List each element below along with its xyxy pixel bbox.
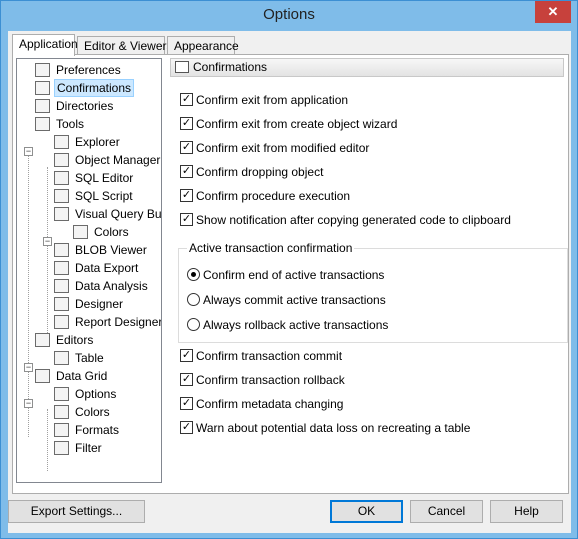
cancel-button[interactable]: Cancel — [410, 500, 483, 523]
export-settings-button[interactable]: Export Settings... — [8, 500, 145, 523]
checkbox-confirm-exit-editor[interactable]: ✓ Confirm exit from modified editor — [180, 140, 369, 158]
radio-unselected[interactable] — [187, 293, 200, 307]
checkbox-checked[interactable]: ✓ — [180, 141, 193, 155]
colors-icon — [54, 404, 69, 419]
data-analysis-icon — [54, 278, 69, 293]
close-button[interactable]: ✕ — [535, 1, 571, 23]
tree-line — [47, 409, 48, 471]
radio-confirm-end[interactable]: Confirm end of active transactions — [187, 267, 384, 285]
tree-item-vqb-colors[interactable]: Colors — [73, 223, 131, 241]
options-window: Options ✕ Application Editor & Viewers A… — [0, 0, 578, 539]
folder-icon — [35, 98, 50, 113]
tree-item-data-grid[interactable]: Data Grid — [35, 367, 109, 385]
visual-query-icon — [54, 206, 69, 221]
tree-item-report-designer[interactable]: Report Designer — [54, 313, 161, 331]
data-export-icon — [54, 260, 69, 275]
checkbox-checked[interactable]: ✓ — [180, 165, 193, 179]
options-tree[interactable]: − − − − Preferences Confirmations Direct… — [16, 58, 162, 483]
checkbox-confirm-rollback[interactable]: ✓ Confirm transaction rollback — [180, 372, 345, 390]
editors-expander[interactable]: − — [24, 363, 33, 372]
ok-button[interactable]: OK — [330, 500, 403, 523]
checkbox-checked[interactable]: ✓ — [180, 397, 193, 411]
checkbox-show-notification[interactable]: ✓ Show notification after copying generat… — [180, 212, 511, 230]
data-grid-icon — [35, 368, 50, 383]
checkbox-checked[interactable]: ✓ — [180, 349, 193, 363]
tree-item-grid-colors[interactable]: Colors — [54, 403, 112, 421]
tree-item-table[interactable]: Table — [54, 349, 106, 367]
blob-viewer-icon — [54, 242, 69, 257]
checkbox-confirm-dropping[interactable]: ✓ Confirm dropping object — [180, 164, 323, 182]
tab-editor-viewers[interactable]: Editor & Viewers — [77, 36, 172, 55]
radio-always-rollback[interactable]: Always rollback active transactions — [187, 317, 388, 335]
tree-item-filter[interactable]: Filter — [54, 439, 104, 457]
visual-query-expander[interactable]: − — [43, 237, 52, 246]
tools-expander[interactable]: − — [24, 147, 33, 156]
checkbox-checked[interactable]: ✓ — [180, 117, 193, 131]
checkbox-checked[interactable]: ✓ — [180, 93, 193, 107]
tree-item-explorer[interactable]: Explorer — [54, 133, 122, 151]
colors-grid-icon — [73, 224, 88, 239]
sql-editor-icon — [54, 170, 69, 185]
radio-selected[interactable] — [187, 268, 200, 282]
section-header: Confirmations — [170, 58, 564, 77]
tree-item-object-manager[interactable]: Object Manager — [54, 151, 161, 169]
tree-item-confirmations[interactable]: Confirmations — [35, 79, 135, 97]
tree-item-directories[interactable]: Directories — [35, 97, 115, 115]
checkbox-warn-data-loss[interactable]: ✓ Warn about potential data loss on recre… — [180, 420, 470, 438]
checkbox-checked[interactable]: ✓ — [180, 421, 193, 435]
tab-panel-application: − − − − Preferences Confirmations Direct… — [12, 54, 569, 494]
confirmations-pane: Confirmations ✓ Confirm exit from applica… — [170, 58, 568, 488]
tab-application[interactable]: Application — [12, 34, 78, 56]
confirmations-icon — [175, 61, 189, 73]
object-manager-icon — [54, 152, 69, 167]
sql-script-icon — [54, 188, 69, 203]
tree-item-tools[interactable]: Tools — [35, 115, 86, 133]
help-button[interactable]: Help — [490, 500, 563, 523]
checkbox-checked[interactable]: ✓ — [180, 213, 193, 227]
checkbox-confirm-procedure[interactable]: ✓ Confirm procedure execution — [180, 188, 350, 206]
checkbox-confirm-exit-wizard[interactable]: ✓ Confirm exit from create object wizard — [180, 116, 397, 134]
tree-line — [47, 167, 48, 337]
designer-icon — [54, 296, 69, 311]
options-icon — [54, 386, 69, 401]
filter-icon — [54, 440, 69, 455]
tools-icon — [35, 116, 50, 131]
tree-item-editors[interactable]: Editors — [35, 331, 95, 349]
tree-item-sql-editor[interactable]: SQL Editor — [54, 169, 135, 187]
tab-appearance[interactable]: Appearance — [167, 36, 239, 55]
dialog-client: Application Editor & Viewers Appearance … — [8, 31, 571, 533]
tree-item-designer[interactable]: Designer — [54, 295, 125, 313]
explorer-icon — [54, 134, 69, 149]
tree-item-data-export[interactable]: Data Export — [54, 259, 140, 277]
formats-icon — [54, 422, 69, 437]
checkbox-checked[interactable]: ✓ — [180, 189, 193, 203]
tree-item-blob-viewer[interactable]: BLOB Viewer — [54, 241, 149, 259]
window-title: Options — [263, 6, 315, 23]
tree-item-formats[interactable]: Formats — [54, 421, 121, 439]
preferences-icon — [35, 62, 50, 77]
section-title: Confirmations — [193, 60, 268, 74]
checkbox-checked[interactable]: ✓ — [180, 373, 193, 387]
tree-item-grid-options[interactable]: Options — [54, 385, 118, 403]
group-title: Active transaction confirmation — [187, 241, 355, 255]
radio-unselected[interactable] — [187, 318, 200, 332]
confirmations-icon — [35, 80, 50, 95]
checkbox-confirm-metadata[interactable]: ✓ Confirm metadata changing — [180, 396, 343, 414]
table-icon — [54, 350, 69, 365]
tree-item-preferences[interactable]: Preferences — [35, 61, 123, 79]
editors-icon — [35, 332, 50, 347]
active-transaction-group: Active transaction confirmation Confirm … — [178, 241, 568, 343]
checkbox-confirm-exit-application[interactable]: ✓ Confirm exit from application — [180, 92, 348, 110]
data-grid-expander[interactable]: − — [24, 399, 33, 408]
checkbox-confirm-commit[interactable]: ✓ Confirm transaction commit — [180, 348, 342, 366]
tree-line — [28, 155, 29, 437]
tree-item-visual-query-builder[interactable]: Visual Query Buil — [54, 205, 161, 223]
radio-always-commit[interactable]: Always commit active transactions — [187, 292, 386, 310]
title-bar[interactable]: Options ✕ — [1, 1, 577, 31]
tree-item-sql-script[interactable]: SQL Script — [54, 187, 135, 205]
report-designer-icon — [54, 314, 69, 329]
tree-item-data-analysis[interactable]: Data Analysis — [54, 277, 150, 295]
